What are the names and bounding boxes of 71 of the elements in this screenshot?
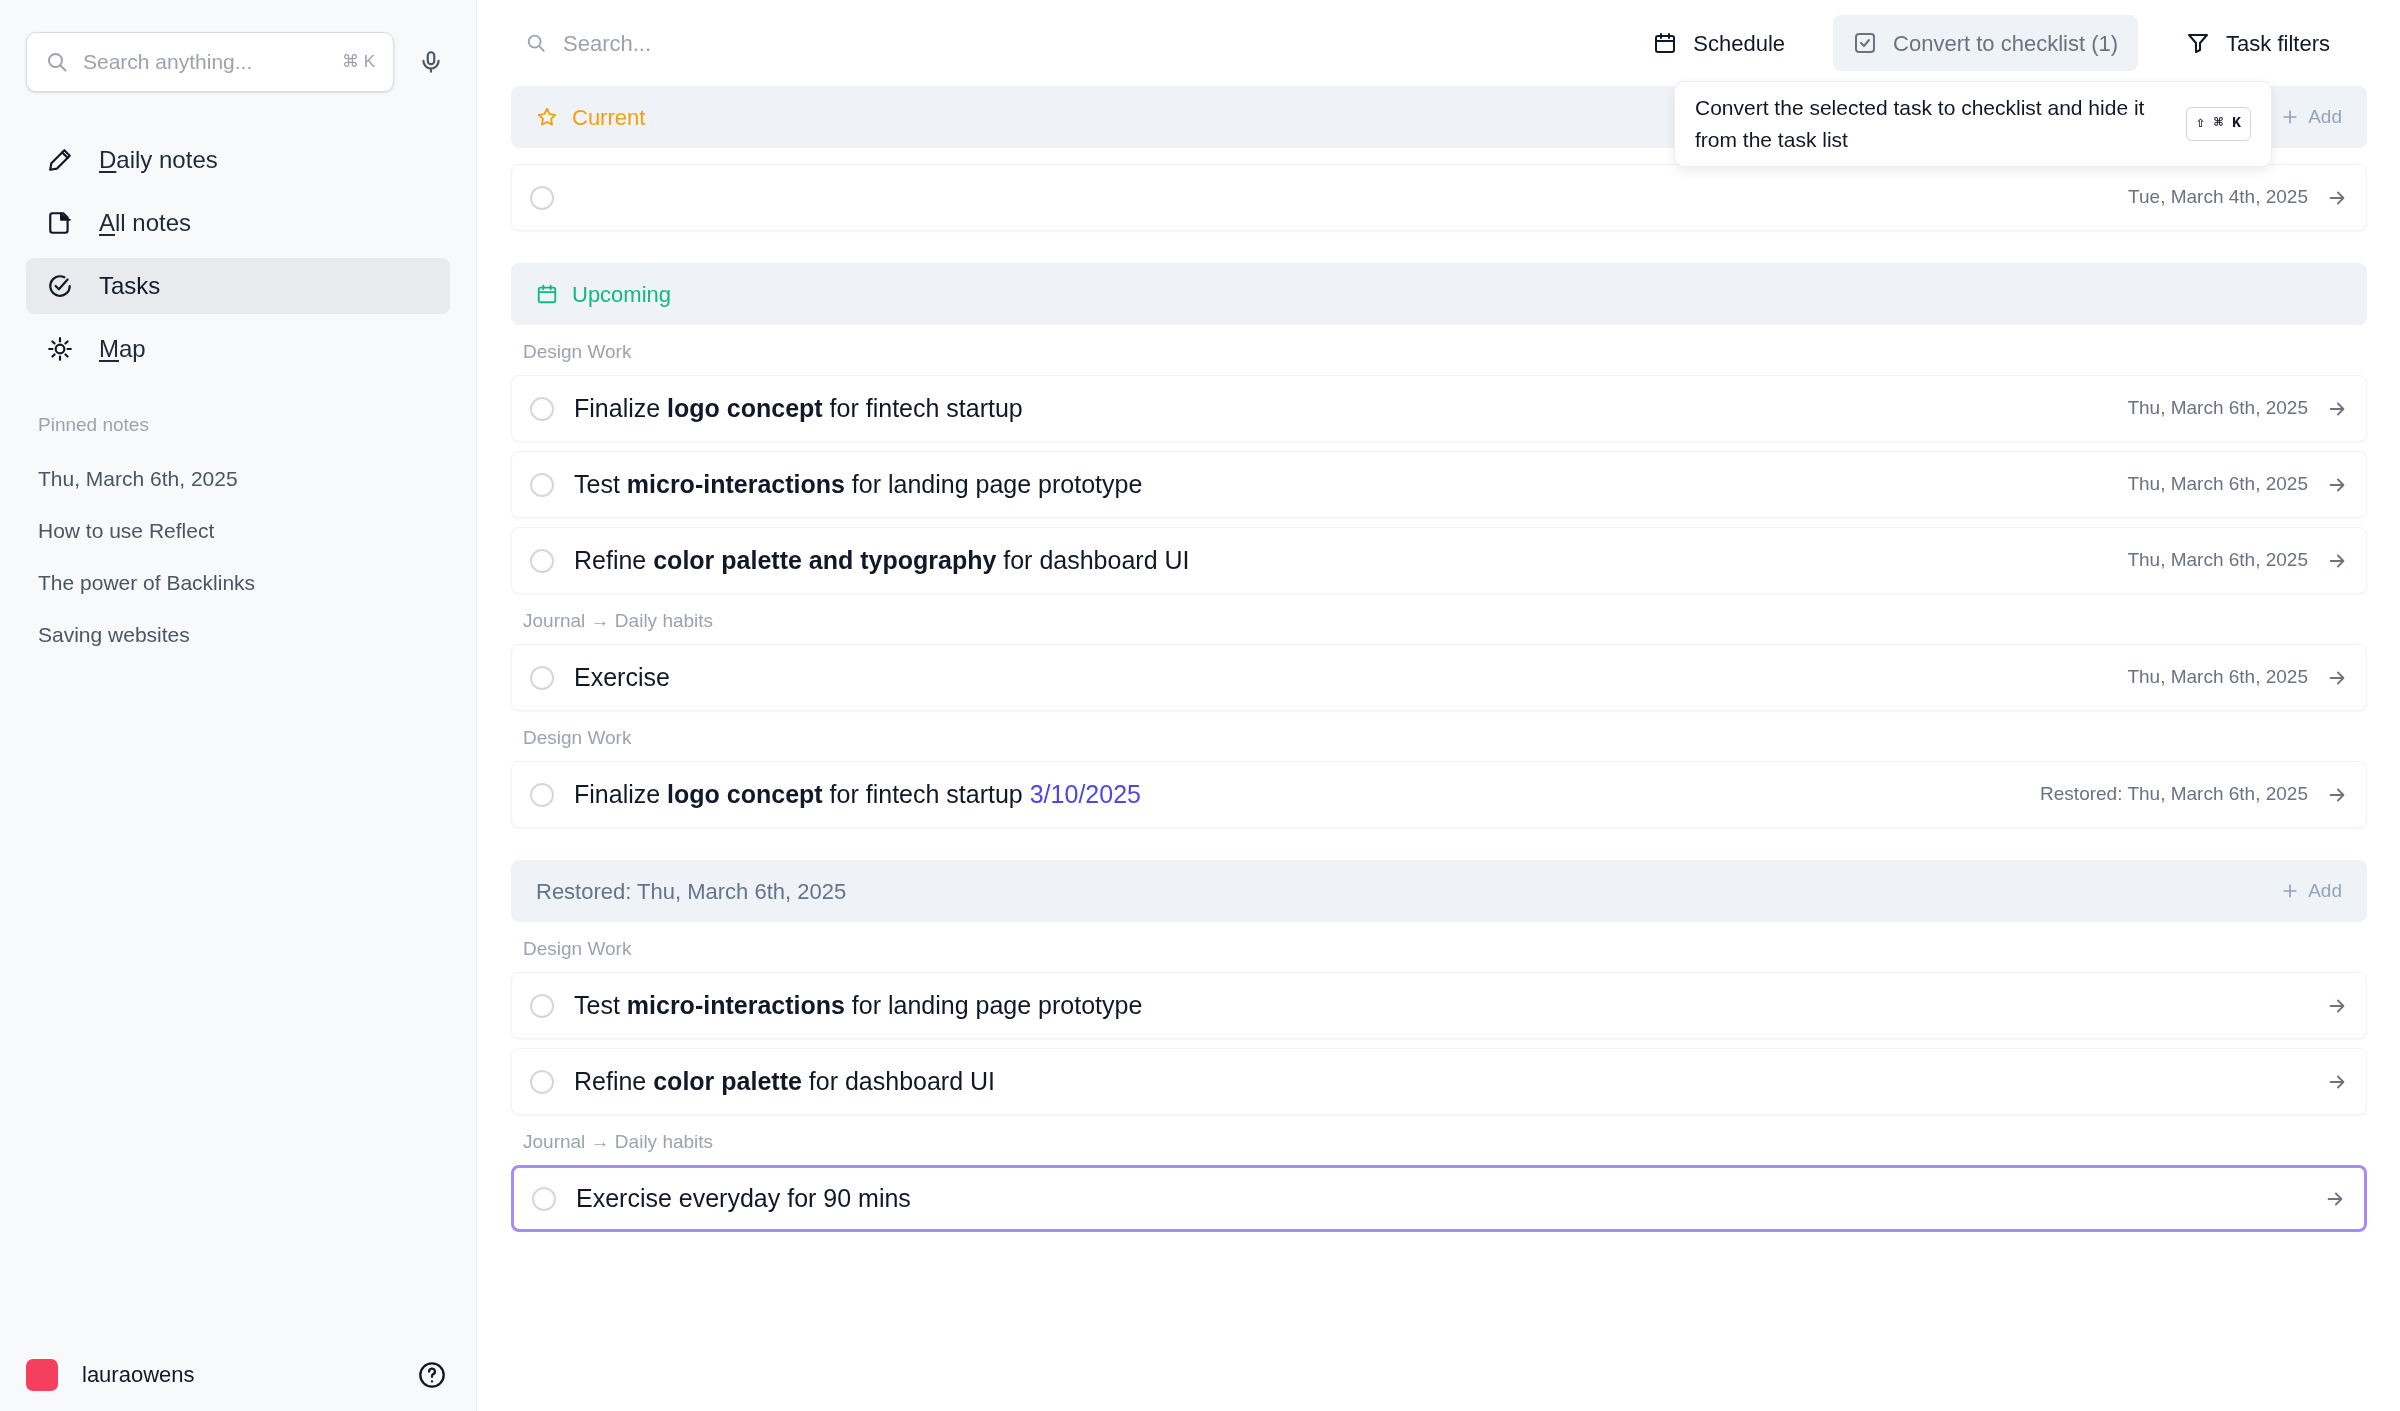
pinned-note-link[interactable]: The power of Backlinks [26, 556, 450, 609]
toolbar-button[interactable]: Task filters [2166, 15, 2350, 71]
task-checkbox[interactable] [530, 472, 554, 497]
toolbar-button[interactable]: Schedule [1633, 15, 1806, 71]
task-row[interactable]: Tue, March 4th, 2025 [511, 164, 2367, 231]
pinned-note-link[interactable]: Thu, March 6th, 2025 [26, 452, 450, 505]
task-row[interactable]: Finalize logo concept for fintech startup Thu, March 6th, 2025 [511, 375, 2367, 442]
task-row[interactable]: Exercise Thu, March 6th, 2025 [511, 644, 2367, 711]
sun-icon [47, 336, 73, 362]
task-checkbox[interactable] [530, 993, 554, 1018]
pencil-icon [47, 147, 73, 173]
nav-item[interactable]: All notes [26, 195, 450, 251]
task-text: Test micro-interactions for landing page prototype [574, 989, 1143, 1021]
task-checkbox[interactable] [532, 1186, 556, 1211]
task-text: Test micro-interactions for landing page prototype [574, 468, 1143, 500]
note-icon [47, 210, 73, 236]
task-checkbox[interactable] [530, 185, 554, 210]
nav-item[interactable]: Daily notes [26, 132, 450, 188]
task-checkbox[interactable] [530, 548, 554, 573]
task-row[interactable]: Refine color palette for dashboard UI [511, 1048, 2367, 1115]
search-icon [525, 32, 547, 54]
help-icon [418, 1360, 446, 1389]
search-input[interactable]: Search... [563, 26, 1111, 60]
pinned-note-link[interactable]: How to use Reflect [26, 504, 450, 557]
section-title: Restored: Thu, March 6th, 2025 [536, 877, 847, 906]
checkbox-icon [1853, 31, 1878, 55]
task-row[interactable]: Refine color palette and typography for dashboard UI Thu, March 6th, 2025 [511, 527, 2367, 594]
task-date: Thu, March 6th, 2025 [2127, 396, 2308, 421]
pinned-note-link[interactable]: Saving websites [26, 608, 450, 661]
task-checkbox[interactable] [530, 396, 554, 421]
shortcut-hint: ⌘ K [341, 51, 375, 74]
search-input[interactable]: Search anything... [83, 46, 328, 78]
task-text: Refine color palette for dashboard UI [574, 1065, 996, 1097]
task-checkbox[interactable] [530, 782, 554, 807]
search-icon [45, 50, 69, 74]
task-date: Thu, March 6th, 2025 [2127, 665, 2308, 690]
group-label: Journal → Daily habits [522, 608, 715, 633]
group-label: Design Work [522, 339, 633, 364]
tooltip-text: Convert the selected task to checklist and hide it from the task list [1695, 95, 2146, 153]
task-row[interactable]: Test micro-interactions for landing page prototype [511, 972, 2367, 1039]
task-text: Finalize logo concept for fintech startup [574, 392, 1023, 424]
task-row[interactable]: Finalize logo concept for fintech startup 3/10/2025 Restored: Thu, March 6th, 2025 [511, 761, 2367, 828]
date-link[interactable]: 3/10/2025 [1029, 779, 1141, 808]
user-avatar [26, 1358, 58, 1391]
task-text: Finalize logo concept for fintech startup 3/10/2025 [574, 778, 1141, 810]
task-checkbox[interactable] [530, 665, 554, 690]
group-label: Journal → Daily habits [522, 1129, 715, 1154]
user-name: lauraowens [82, 1361, 195, 1389]
group-label: Design Work [522, 725, 633, 750]
section-title: Current [572, 103, 646, 132]
toolbar-button[interactable]: Convert to checklist (1) [1833, 15, 2139, 71]
task-date: Restored: Thu, March 6th, 2025 [2040, 782, 2308, 807]
nav-item[interactable]: Tasks [26, 258, 450, 314]
task-row[interactable]: Test micro-interactions for landing page prototype Thu, March 6th, 2025 [511, 451, 2367, 518]
group-label: Design Work [522, 936, 633, 961]
task-date: Thu, March 6th, 2025 [2127, 472, 2308, 497]
task-text: Exercise everyday for 90 mins [576, 1182, 911, 1214]
task-checkbox[interactable] [530, 1069, 554, 1094]
task-text: Exercise [574, 661, 670, 693]
check-circle-icon [47, 273, 73, 299]
help-button[interactable] [418, 1360, 446, 1389]
task-text: Refine color palette and typography for dashboard UI [574, 544, 1190, 576]
task-date: Thu, March 6th, 2025 [2127, 548, 2308, 573]
section-heading: Pinned notes [37, 413, 150, 437]
task-row[interactable]: Exercise everyday for 90 mins [511, 1165, 2367, 1232]
task-date: Tue, March 4th, 2025 [2128, 185, 2308, 210]
calendar-icon [1653, 31, 1678, 55]
keyboard-shortcut: ⇧ ⌘ K [2185, 106, 2251, 142]
filter-icon [2186, 31, 2211, 55]
nav-item[interactable]: Map [26, 321, 450, 377]
section-title: Upcoming [572, 280, 672, 309]
